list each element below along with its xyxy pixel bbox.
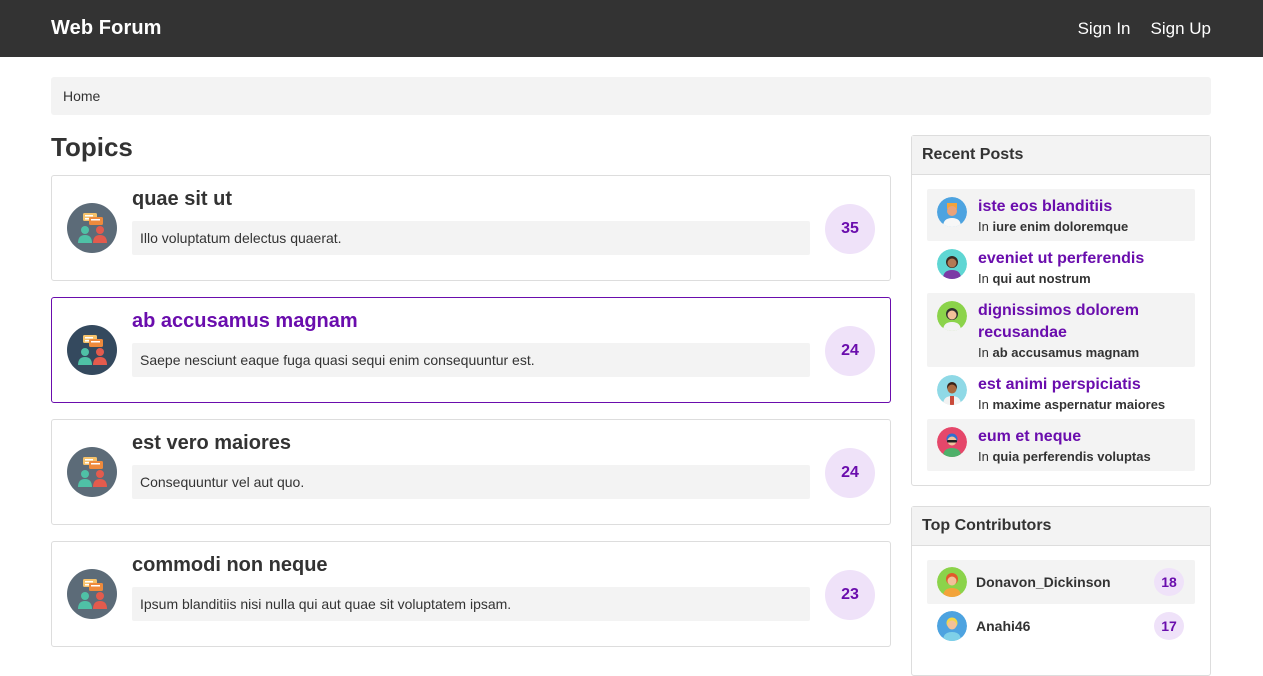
topics-section: Topics quae sit ut Illo voluptatum delec… [51,131,891,647]
recent-post-title[interactable]: est animi perspiciatis [978,374,1185,396]
contributors-list: Donavon_Dickinson 18 Anahi46 17 [912,546,1210,648]
user-avatar-icon [937,427,967,457]
nav-links: Sign In Sign Up [1078,19,1211,39]
recent-post-item[interactable]: dignissimos dolorem recusandae In ab acc… [927,293,1195,367]
user-avatar-icon [937,249,967,279]
post-count-badge: 24 [825,326,875,376]
topic-title[interactable]: ab accusamus magnam [132,310,358,333]
recent-post-item[interactable]: eum et neque In quia perferendis volupta… [927,419,1195,471]
recent-posts-list: iste eos blanditiis In iure enim dolorem… [912,175,1210,471]
topic-description: Illo voluptatum delectus quaerat. [132,221,810,255]
contribution-count-badge: 18 [1154,568,1184,596]
recent-post-title[interactable]: eum et neque [978,426,1185,448]
recent-post-title[interactable]: iste eos blanditiis [978,196,1185,218]
recent-post-item[interactable]: est animi perspiciatis In maxime asperna… [927,367,1195,419]
user-avatar-icon [937,301,967,331]
recent-post-item[interactable]: eveniet ut perferendis In qui aut nostru… [927,241,1195,293]
top-navbar: Web Forum Sign In Sign Up [0,0,1263,57]
user-avatar-icon [937,375,967,405]
contributor-name[interactable]: Anahi46 [976,618,1030,634]
recent-post-topic: In quia perferendis voluptas [978,448,1185,466]
topic-description: Consequuntur vel aut quo. [132,465,810,499]
sign-up-link[interactable]: Sign Up [1151,19,1211,39]
topic-card[interactable]: commodi non neque Ipsum blanditiis nisi … [51,541,891,647]
topic-card[interactable]: est vero maiores Consequuntur vel aut qu… [51,419,891,525]
topic-link[interactable]: maxime aspernatur maiores [992,397,1165,412]
contributor-item[interactable]: Donavon_Dickinson 18 [927,560,1195,604]
page-title: Topics [51,132,133,162]
in-label: In [978,271,989,286]
top-contributors-panel: Top Contributors Donavon_Dickinson 18 An… [911,506,1211,676]
recent-post-title[interactable]: dignissimos dolorem recusandae [978,300,1185,344]
topic-link[interactable]: qui aut nostrum [992,271,1090,286]
topic-card[interactable]: quae sit ut Illo voluptatum delectus qua… [51,175,891,281]
post-count-badge: 23 [825,570,875,620]
recent-posts-panel: Recent Posts iste eos blanditiis In iure… [911,135,1211,486]
contribution-count-badge: 17 [1154,612,1184,640]
breadcrumb: Home [51,77,1211,115]
recent-post-topic: In maxime aspernatur maiores [978,396,1185,414]
user-avatar-icon [937,611,967,641]
contributor-item[interactable]: Anahi46 17 [927,604,1195,648]
panel-heading: Top Contributors [912,507,1210,546]
in-label: In [978,345,989,360]
recent-post-topic: In qui aut nostrum [978,270,1185,288]
sign-in-link[interactable]: Sign In [1078,19,1131,39]
panel-heading: Recent Posts [912,136,1210,175]
recent-post-topic: In iure enim doloremque [978,218,1185,236]
topic-description: Saepe nesciunt eaque fuga quasi sequi en… [132,343,810,377]
user-avatar-icon [937,567,967,597]
post-count-badge: 35 [825,204,875,254]
discussion-icon [67,203,117,253]
brand-logo[interactable]: Web Forum [51,17,162,40]
recent-post-title[interactable]: eveniet ut perferendis [978,248,1185,270]
topic-link[interactable]: quia perferendis voluptas [992,449,1150,464]
topic-link[interactable]: ab accusamus magnam [992,345,1139,360]
discussion-icon [67,325,117,375]
user-avatar-icon [937,197,967,227]
topic-description: Ipsum blanditiis nisi nulla qui aut quae… [132,587,810,621]
recent-post-topic: In ab accusamus magnam [978,344,1185,362]
in-label: In [978,449,989,464]
in-label: In [978,219,989,234]
contributor-name[interactable]: Donavon_Dickinson [976,574,1111,590]
discussion-icon [67,447,117,497]
discussion-icon [67,569,117,619]
topic-card[interactable]: ab accusamus magnam Saepe nesciunt eaque… [51,297,891,403]
breadcrumb-home[interactable]: Home [63,88,100,104]
topic-title[interactable]: commodi non neque [132,554,328,577]
topic-title[interactable]: quae sit ut [132,188,232,211]
in-label: In [978,397,989,412]
post-count-badge: 24 [825,448,875,498]
topic-title[interactable]: est vero maiores [132,432,291,455]
recent-post-item[interactable]: iste eos blanditiis In iure enim dolorem… [927,189,1195,241]
topic-link[interactable]: iure enim doloremque [992,219,1128,234]
